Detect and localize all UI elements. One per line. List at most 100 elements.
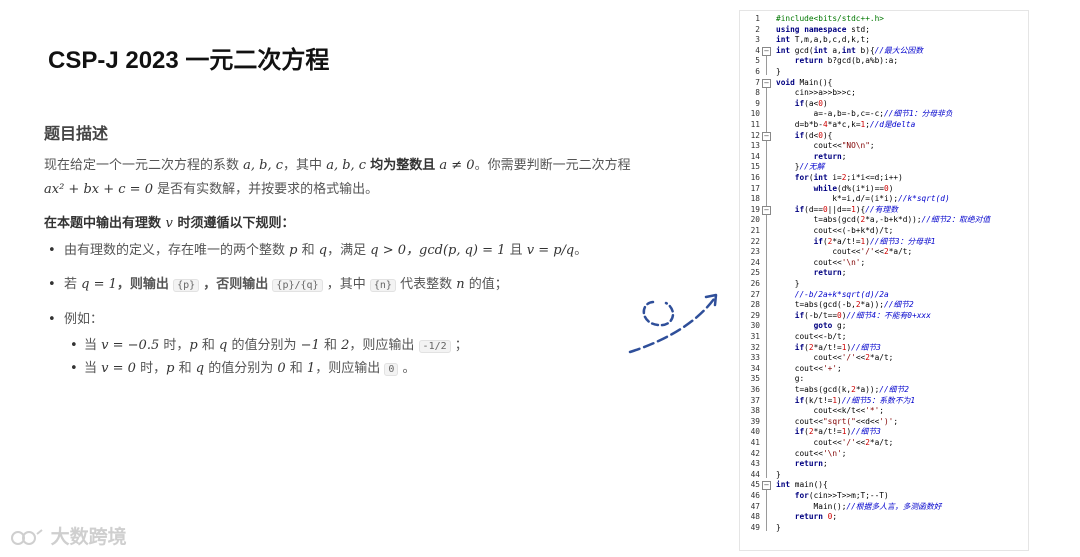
line-number: 40 xyxy=(750,427,760,437)
code-text: } xyxy=(776,67,781,76)
line-number: 1 xyxy=(755,14,760,23)
line-number: 30 xyxy=(750,321,760,331)
code-text: cout<<"NO\n"; xyxy=(776,141,875,151)
example-text: 。 xyxy=(402,361,416,376)
code-text: if(-b/t==0)//细节4：不能有0+xxx xyxy=(794,310,931,320)
code-line: 41 cout<<'/'<<2*a/t; xyxy=(740,438,1028,449)
math-condition: q = 1 xyxy=(81,277,117,292)
rule-text: 代表整数 xyxy=(400,277,453,292)
code-line: 39 cout<<"sqrt("<<d<<')'; xyxy=(740,417,1028,428)
code-line: 48 return 0; xyxy=(740,512,1028,523)
fold-toggle-icon[interactable]: − xyxy=(762,46,771,56)
example-text: 当 xyxy=(84,361,98,376)
code-text: return; xyxy=(794,459,828,469)
math-abc: a, b, c xyxy=(243,158,284,173)
line-number: 24 xyxy=(750,257,760,267)
rule-bold: ，否则输出 xyxy=(203,277,269,292)
logo-icon xyxy=(11,528,43,545)
code-text: if(2*a/t!=1)//细节3 xyxy=(794,427,881,437)
math-condition: a ≠ 0 xyxy=(439,158,475,173)
code-line: 24 cout<<'\n'; xyxy=(740,258,1028,269)
example-text: ，则应输出 xyxy=(349,338,415,353)
fold-guide xyxy=(766,488,767,531)
code-text: while(d%(i*i)==0) xyxy=(813,183,894,193)
code-text: cout<<k/t<<'*'; xyxy=(776,406,884,416)
code-line: 46 for(cin>>T>>m;T;--T) xyxy=(740,491,1028,502)
code-line: 45 int main(){ xyxy=(740,480,1028,491)
code-text: cout<<"sqrt("<<d<<')'; xyxy=(776,416,899,426)
code-line: 38 cout<<k/t<<'*'; xyxy=(740,406,1028,417)
line-number: 6 xyxy=(755,67,760,76)
fold-toggle-icon[interactable]: − xyxy=(762,78,771,88)
code-line: 17 while(d%(i*i)==0) xyxy=(740,184,1028,195)
rule-text: 由有理数的定义，存在唯一的两个整数 xyxy=(64,243,286,258)
code-text: } xyxy=(776,279,800,288)
code-text: t=abs(gcd(-b,2*a));//细节2 xyxy=(776,300,914,310)
line-number: 4 xyxy=(755,45,760,55)
code-line: 27 //-b/2a+k*sqrt(d)/2a xyxy=(740,290,1028,301)
code-text: void Main(){ xyxy=(776,77,833,87)
code-text: k*=i,d/=(i*i);//k*sqrt(d) xyxy=(776,194,950,204)
line-number: 21 xyxy=(750,226,760,235)
line-number: 47 xyxy=(750,501,760,511)
line-number: 39 xyxy=(750,416,760,426)
fold-toggle-icon[interactable]: − xyxy=(762,131,771,141)
example-text: 时， xyxy=(163,338,190,353)
code-line: 11 d=b*b-4*a*c,k=1;//d是delta xyxy=(740,120,1028,131)
code-line: 13 cout<<"NO\n"; xyxy=(740,141,1028,152)
code-line: 30 goto g; xyxy=(740,321,1028,332)
line-number: 31 xyxy=(750,332,760,341)
code-line: 37 if(k/t!=1)//细节5：系数不为1 xyxy=(740,396,1028,407)
math-v: v xyxy=(165,216,173,231)
example-text: 的值分别为 xyxy=(208,361,274,376)
code-text: //-b/2a+k*sqrt(d)/2a xyxy=(794,289,889,299)
code-text: } xyxy=(776,469,781,479)
line-number: 13 xyxy=(750,141,760,151)
fold-toggle-icon[interactable]: − xyxy=(762,481,771,491)
problem-description: 现在给定一个一元二次方程的系数 a, b, c，其中 a, b, c 均为整数且… xyxy=(44,154,684,202)
desc-text: 是否有实数解，并按要求的格式输出。 xyxy=(157,182,379,197)
rule-item: 由有理数的定义，存在唯一的两个整数 p 和 q，满足 q > 0，gcd(p, … xyxy=(44,240,644,262)
line-number: 22 xyxy=(750,236,760,246)
line-number: 14 xyxy=(750,151,760,161)
code-line: 10 a=-a,b=-b,c=-c;//细节1：分母非负 xyxy=(740,109,1028,120)
code-line: 1 #include<bits/stdc++.h> xyxy=(740,14,1028,25)
code-line: 40 if(2*a/t!=1)//细节3 xyxy=(740,427,1028,438)
math-value: 1 xyxy=(306,361,316,376)
fold-toggle-icon[interactable]: − xyxy=(762,205,771,215)
line-number: 48 xyxy=(750,512,760,522)
example-text: 和 xyxy=(289,361,303,376)
inline-code: {p} xyxy=(173,279,200,292)
slide-title: CSP-J 2023 一元二次方程 xyxy=(48,47,330,74)
desc-bold: 均为整数且 xyxy=(370,158,436,173)
rule-text: 若 xyxy=(64,277,78,292)
example-item: 当 v = 0 时，p 和 q 的值分别为 0 和 1，则应输出 0 。 xyxy=(64,358,644,381)
code-text: return; xyxy=(813,268,847,278)
inline-code: {n} xyxy=(369,279,396,292)
code-text: a=-a,b=-b,c=-c;//细节1：分母非负 xyxy=(776,109,953,119)
code-text: t=abs(gcd(2*a,-b+k*d));//细节2：取绝对值 xyxy=(776,215,991,225)
rule-item: 若 q = 1，则输出 {p} ，否则输出 {p}/{q} ，其中 {n} 代表… xyxy=(44,274,644,297)
code-text: goto g; xyxy=(813,321,847,331)
math-q: q xyxy=(195,361,205,376)
code-line: 12 if(d<0){ xyxy=(740,131,1028,142)
line-number: 18 xyxy=(750,194,760,204)
line-number: 3 xyxy=(755,35,760,45)
code-line: 4 int gcd(int a,int b){//最大公因数 xyxy=(740,46,1028,57)
line-number: 27 xyxy=(750,289,760,299)
code-text: g: xyxy=(776,374,805,384)
section-heading: 题目描述 xyxy=(44,124,109,143)
example-text: 的值分别为 xyxy=(231,338,297,353)
code-line: 16 for(int i=2;i*i<=d;i++) xyxy=(740,173,1028,184)
rule-text: ，满足 xyxy=(327,243,367,258)
code-text: if(d<0){ xyxy=(794,130,833,140)
code-line: 44} xyxy=(740,470,1028,481)
code-text: cout<<'/'<<2*a/t; xyxy=(776,438,894,447)
code-text: cin>>a>>b>>c; xyxy=(776,88,856,98)
line-number: 42 xyxy=(750,448,760,458)
desc-text: 现在给定一个一元二次方程的系数 xyxy=(44,158,240,173)
line-number: 15 xyxy=(750,162,760,172)
rules-list: 由有理数的定义，存在唯一的两个整数 p 和 q，满足 q > 0，gcd(p, … xyxy=(44,240,644,381)
desc-text: ，其中 xyxy=(283,158,323,173)
line-number: 49 xyxy=(750,522,760,532)
